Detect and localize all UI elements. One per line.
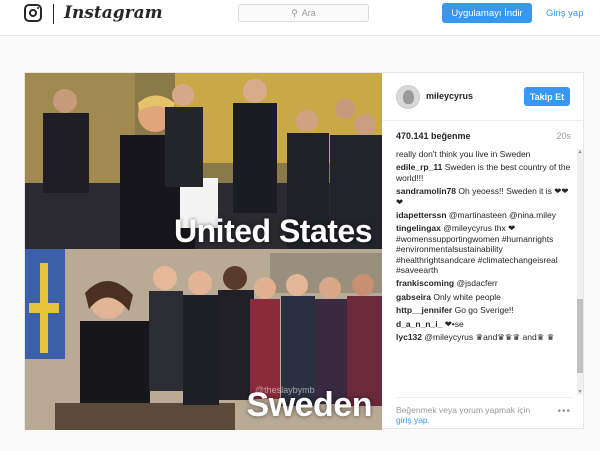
likes-count[interactable]: 470.141 beğenme <box>396 131 471 141</box>
instagram-camera-icon[interactable] <box>24 4 42 22</box>
photo-caption-sweden: Sweden <box>246 386 373 424</box>
comment-username[interactable]: lyc132 <box>396 332 422 342</box>
scroll-up-arrow-icon[interactable]: ▲ <box>577 149 583 155</box>
comment-item: http__jennifer Go go Sverige!! <box>396 305 574 315</box>
comment-item: tingelingax @mileycyrus thx ❤ #womenssup… <box>396 223 574 275</box>
comment-username[interactable]: tingelingax <box>396 223 441 233</box>
comment-text: @martinasteen @nina.miley <box>448 210 556 221</box>
comment-username[interactable]: http__jennifer <box>396 305 452 315</box>
photo-caption-united-states: United States <box>174 213 372 249</box>
comment-item: sandramolin78 Oh yeoess!! Sweden it is ❤… <box>396 186 574 207</box>
post-sidebar: mileycyrus Takip Et 470.141 beğenme 20s … <box>382 73 585 430</box>
comment-text: @jsdacferr <box>456 278 498 289</box>
comment-text: Go go Sverige!! <box>454 305 514 316</box>
comment-username[interactable]: sandramolin78 <box>396 186 456 196</box>
comment-username[interactable]: edile_rp_11 <box>396 162 442 172</box>
comment-item: lyc132 @mileycyrus ♛and♛♛♛ and♛ ♛ <box>396 332 574 342</box>
comment-item: idapetterssn @martinasteen @nina.miley <box>396 210 574 220</box>
comment-text: @mileycyrus ♛and♛♛♛ and♛ ♛ <box>424 332 555 343</box>
scroll-down-arrow-icon[interactable]: ▼ <box>577 389 583 395</box>
avatar[interactable] <box>396 85 420 109</box>
search-placeholder: Ara <box>301 8 316 18</box>
comment-username[interactable]: gabseira <box>396 292 431 302</box>
login-link[interactable]: Giriş yap <box>546 8 583 19</box>
scrollbar-thumb[interactable] <box>577 299 583 373</box>
top-navigation-bar: Instagram ⚲ Ara Uygulamayı İndir Giriş y… <box>0 0 600 36</box>
comment-username[interactable]: d_a_n_n_i_ <box>396 319 442 329</box>
comment-item: edile_rp_11 Sweden is the best country o… <box>396 162 574 183</box>
follow-button[interactable]: Takip Et <box>524 87 570 106</box>
comment-username[interactable]: idapetterssn <box>396 210 447 220</box>
instagram-wordmark[interactable]: Instagram <box>64 3 163 23</box>
login-prompt-text: Beğenmek veya yorum yapmak için <box>396 405 531 415</box>
comment-list[interactable]: really don't think you live in Sweden ed… <box>396 149 574 395</box>
comments-scrollbar[interactable]: ▲ ▼ <box>577 149 583 395</box>
post-timestamp[interactable]: 20s <box>556 131 571 141</box>
divider <box>396 397 574 398</box>
comment-item: gabseira Only white people <box>396 292 574 302</box>
search-icon: ⚲ <box>291 7 298 18</box>
logo-divider <box>53 4 54 24</box>
post-card: United States @theslaybymb Sweden mileyc… <box>24 72 585 430</box>
comment-text: Only white people <box>433 291 501 302</box>
search-input[interactable]: ⚲ Ara <box>238 4 369 22</box>
post-username[interactable]: mileycyrus <box>426 91 473 101</box>
photo-collage-illustration <box>25 73 382 430</box>
login-prompt: Beğenmek veya yorum yapmak için giriş ya… <box>396 405 546 425</box>
comment-username[interactable]: frankiscoming <box>396 278 454 288</box>
comment-item: frankiscoming @jsdacferr <box>396 278 574 288</box>
comment-text: really don't think you live in Sweden <box>396 149 531 159</box>
post-photo[interactable]: United States @theslaybymb Sweden <box>25 73 382 430</box>
install-app-button[interactable]: Uygulamayı İndir <box>442 3 532 23</box>
login-prompt-link[interactable]: giriş yap. <box>396 415 430 425</box>
comment-item: really don't think you live in Sweden <box>396 149 574 159</box>
comment-text: ❤•se <box>444 318 464 329</box>
post-header: mileycyrus Takip Et <box>382 73 585 121</box>
comment-item: d_a_n_n_i_ ❤•se <box>396 319 574 329</box>
more-options-icon[interactable]: ••• <box>557 406 571 417</box>
